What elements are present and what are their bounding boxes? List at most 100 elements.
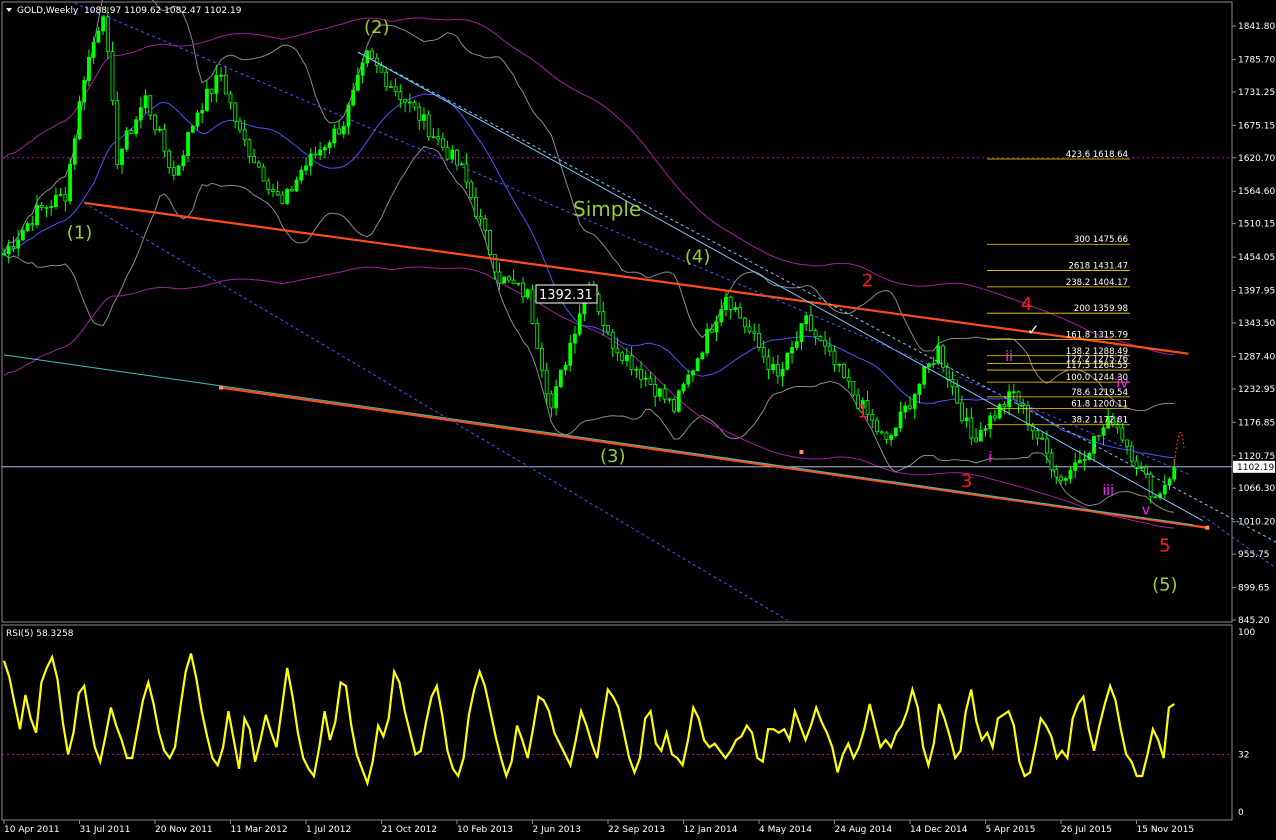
candle-body: [969, 417, 974, 439]
candle-body: [955, 386, 960, 404]
candle-body: [530, 289, 535, 324]
y-tick-label: 845.20: [1238, 616, 1270, 626]
candle-body: [1125, 439, 1129, 447]
x-tick-label: 1 Jul 2012: [306, 825, 351, 835]
x-tick-label: 12 Jan 2014: [684, 825, 738, 835]
candle-body: [507, 276, 511, 281]
x-tick-label: 24 Aug 2014: [835, 825, 893, 835]
candle-body: [49, 206, 54, 208]
rsi-y-tick-label: 100: [1238, 628, 1255, 638]
candle-body: [488, 230, 492, 255]
candle-body: [289, 188, 294, 192]
y-tick-label: 1785.70: [1238, 55, 1275, 65]
candle-body: [837, 363, 842, 366]
x-tick-label: 26 Jul 2015: [1061, 825, 1112, 835]
candle-body: [908, 405, 912, 409]
y-tick-label: 1066.30: [1238, 484, 1275, 494]
candle-body: [842, 363, 846, 378]
candle-body: [964, 417, 969, 422]
candle-body: [780, 368, 785, 377]
candle-body: [917, 383, 922, 395]
peak-label: 1392.31: [535, 284, 598, 304]
candle-body: [450, 149, 455, 160]
x-tick-label: 10 Feb 2013: [457, 825, 513, 835]
candle-body: [275, 191, 280, 196]
candle-body: [709, 328, 714, 333]
candle-body: [105, 16, 110, 52]
rsi-y-tick-label: 0: [1238, 808, 1244, 818]
candle-body: [464, 163, 469, 183]
candle-body: [540, 347, 544, 371]
candle-body: [634, 368, 639, 371]
candle-body: [658, 388, 662, 397]
candle-body: [601, 311, 606, 326]
candle-body: [242, 129, 247, 141]
chart-caption: Simple: [573, 197, 641, 221]
candle-body: [1162, 484, 1167, 495]
trendline-anchor: [219, 385, 224, 390]
wave-label: ii: [1005, 349, 1013, 365]
fib-level-label: 38.2 1172.81: [1071, 416, 1128, 426]
candle-body: [313, 153, 318, 156]
candle-body: [431, 136, 436, 139]
candle-body: [813, 330, 818, 337]
candle-body: [124, 130, 129, 150]
candle-body: [1007, 391, 1011, 408]
candle-body: [775, 363, 780, 377]
x-tick-label: 2 Jun 2013: [533, 825, 581, 835]
candle-body: [459, 163, 464, 166]
candle-body: [1120, 427, 1125, 441]
current-price-text: 1102.19: [1237, 463, 1274, 473]
candle-body: [799, 323, 804, 343]
candle-body: [695, 358, 700, 372]
candle-body: [1153, 496, 1158, 499]
fib-level-label: 117.5 1264.55: [1066, 361, 1128, 371]
y-tick-label: 955.75: [1238, 550, 1270, 560]
chart-header: GOLD,Weekly 1088.97 1109.62 1082.47 1102…: [6, 6, 242, 16]
candle-body: [879, 431, 884, 434]
candle-body: [228, 93, 233, 104]
candle-body: [988, 415, 993, 430]
candle-body: [577, 313, 582, 335]
symbol-label: GOLD,Weekly: [17, 6, 79, 16]
candle-body: [393, 86, 398, 93]
wave-label: i: [988, 450, 992, 466]
candle-body: [58, 193, 63, 196]
candle-body: [138, 107, 143, 121]
candle-body: [341, 125, 346, 135]
candle-body: [931, 362, 936, 365]
candle-body: [714, 321, 719, 333]
candle-body: [181, 155, 186, 167]
x-tick-label: 10 Apr 2011: [4, 825, 60, 835]
candle-body: [214, 75, 219, 94]
wave-label: 3: [961, 471, 972, 492]
x-tick-label: 4 May 2014: [759, 825, 812, 835]
candle-body: [728, 296, 733, 310]
candle-body: [110, 51, 115, 102]
candle-body: [997, 404, 1002, 419]
candle-body: [945, 366, 950, 380]
candle-body: [478, 216, 483, 220]
candle-body: [672, 399, 676, 412]
candle-body: [6, 246, 11, 255]
y-tick-label: 1731.25: [1238, 88, 1275, 98]
candle-body: [615, 347, 620, 354]
candle-body: [794, 341, 799, 348]
candle-body: [2, 253, 6, 256]
candle-body: [483, 218, 488, 231]
y-tick-label: 1176.85: [1238, 418, 1275, 428]
fib-level-label: 238.2 1404.17: [1066, 278, 1128, 288]
candle-body: [1148, 473, 1153, 498]
x-tick-label: 15 Nov 2015: [1137, 825, 1195, 835]
candle-body: [1077, 459, 1082, 464]
candle-body: [1063, 478, 1068, 481]
candle-body: [318, 149, 323, 156]
candle-body: [596, 294, 601, 313]
candle-body: [455, 149, 459, 166]
candle-body: [337, 128, 341, 135]
candle-body: [271, 189, 275, 192]
candle-body: [261, 166, 266, 182]
candle-body: [785, 352, 790, 370]
wave-label: (2): [364, 17, 390, 38]
candle-body: [82, 80, 87, 103]
